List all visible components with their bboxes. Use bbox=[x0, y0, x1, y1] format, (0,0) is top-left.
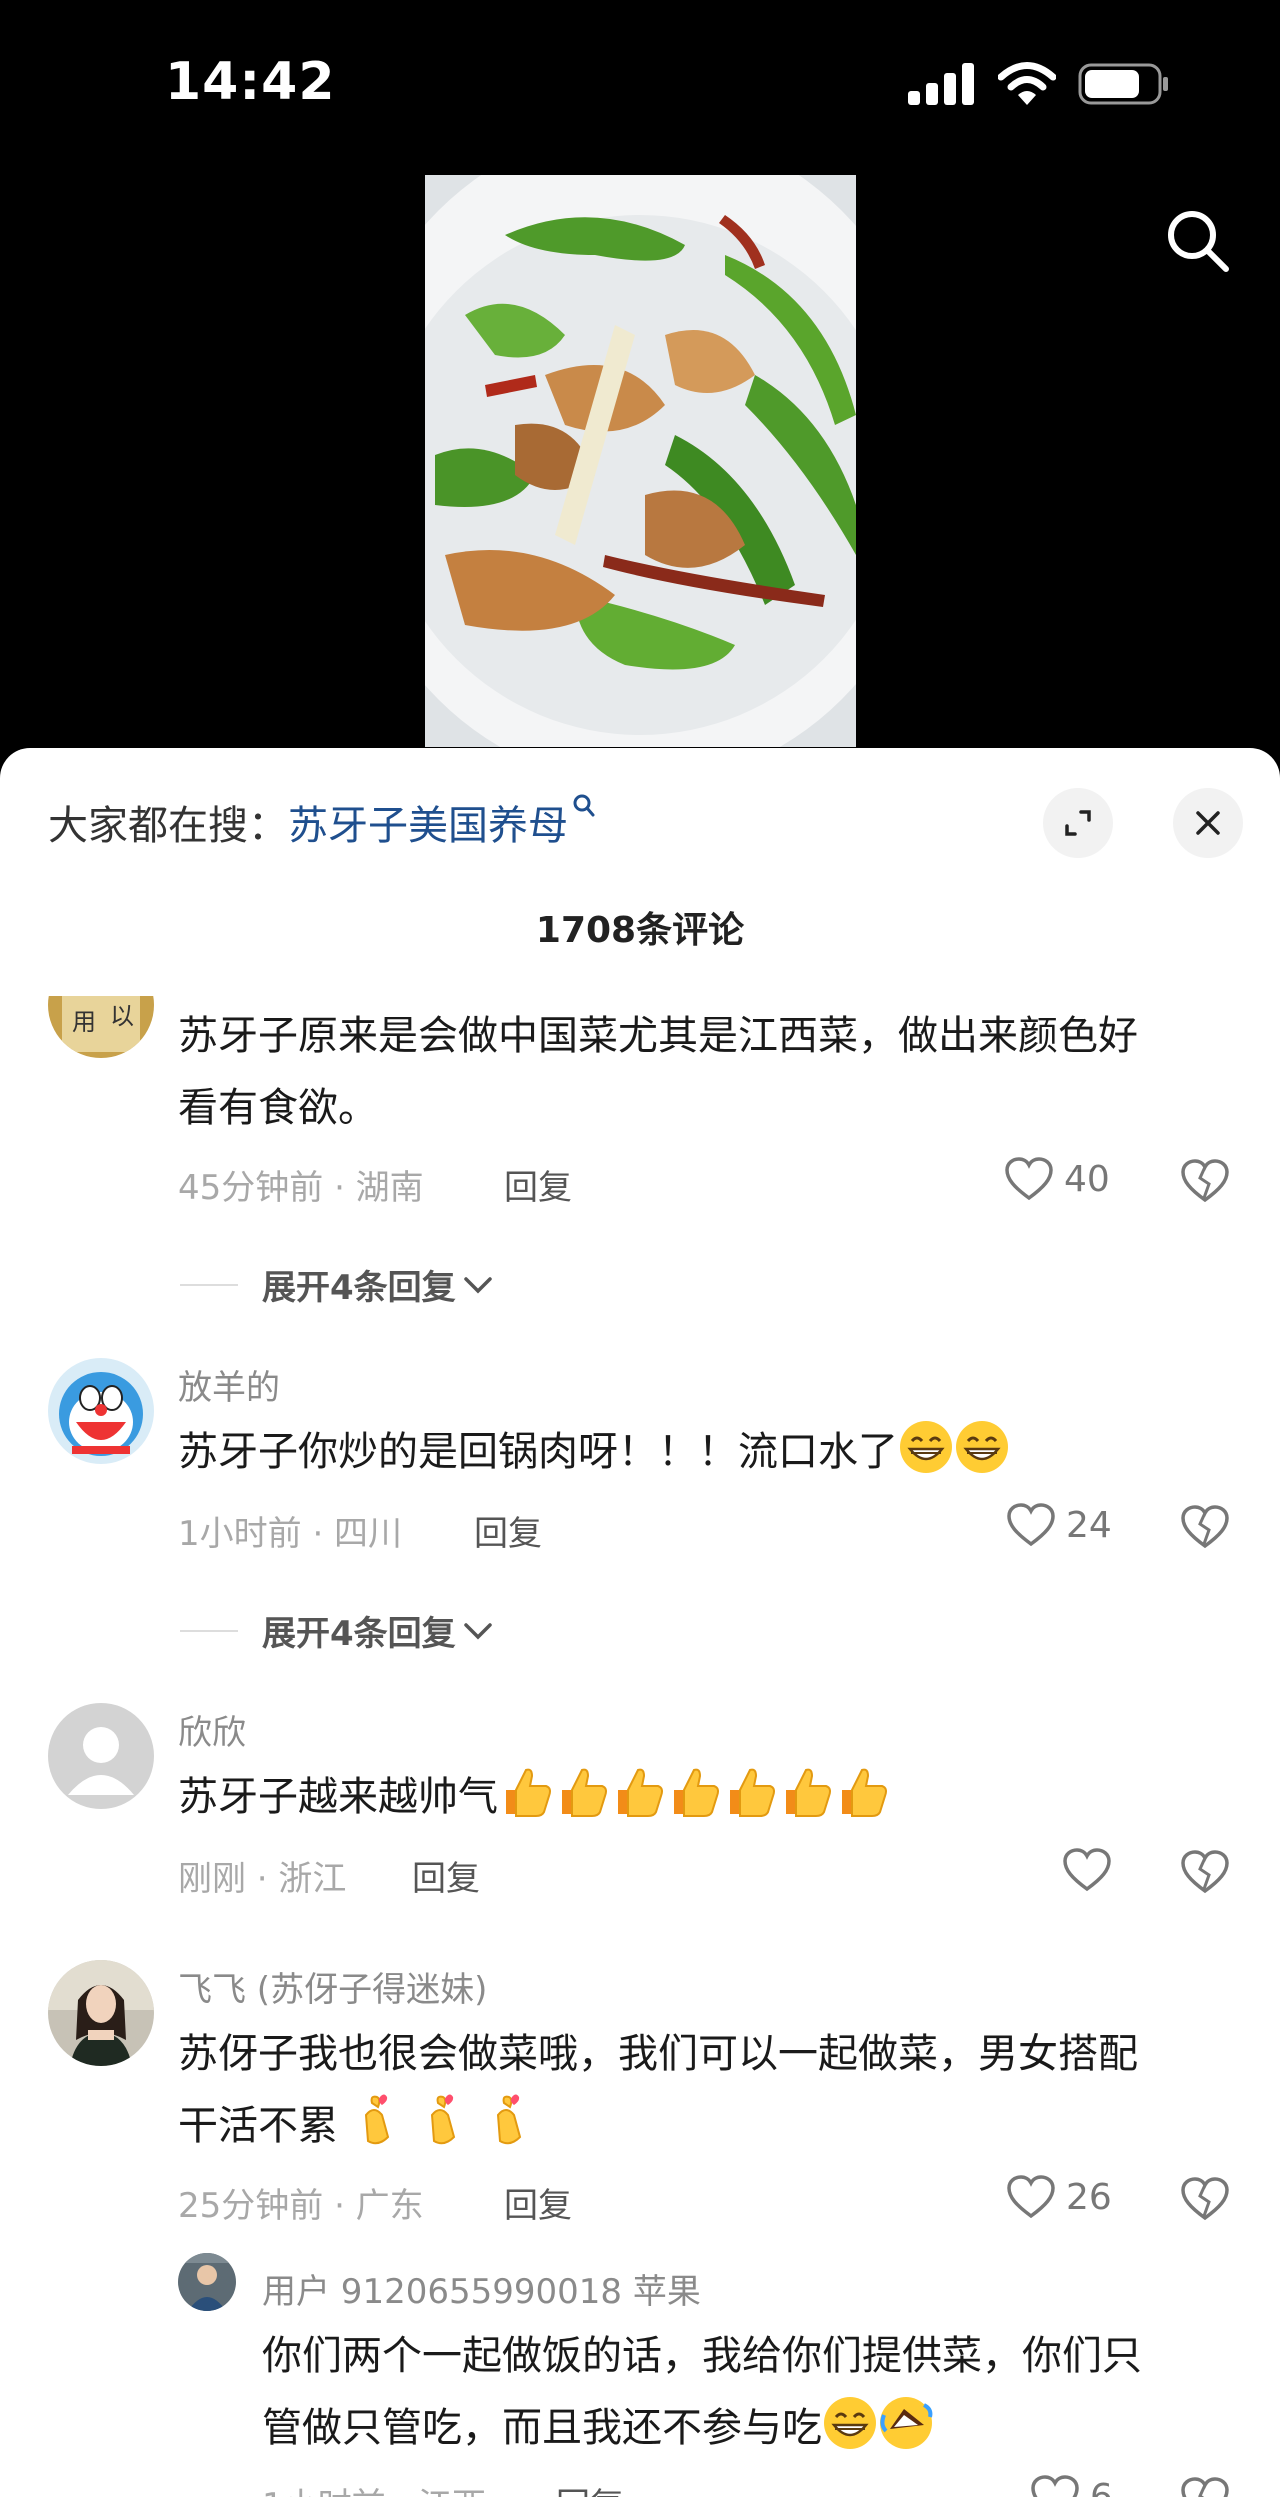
grin-emoji-icon bbox=[900, 1421, 952, 1473]
thumbs-up-emoji-icon bbox=[506, 1768, 551, 1817]
avatar-image: 用 以 bbox=[48, 996, 154, 1058]
comment-text: 干活不累 bbox=[178, 2090, 536, 2162]
comment-meta: 25分钟前 · 广东 bbox=[178, 2186, 424, 2226]
status-time: 14:42 bbox=[165, 52, 336, 112]
status-bar: 14:42 bbox=[0, 0, 1280, 170]
divider-line bbox=[180, 1283, 238, 1286]
thumbs-up-emoji-icon bbox=[786, 1768, 831, 1817]
thumbs-up-emoji-icon bbox=[674, 1768, 719, 1817]
expand-replies-label: 展开4条回复 bbox=[262, 1614, 456, 1654]
thumbs-up-emoji-icon bbox=[562, 1768, 607, 1817]
svg-text:以: 以 bbox=[110, 1002, 134, 1030]
like-button[interactable]: 24 bbox=[1006, 1502, 1112, 1548]
like-button[interactable]: 6 bbox=[1030, 2474, 1113, 2497]
close-icon bbox=[1196, 811, 1220, 835]
expand-replies-button[interactable]: 展开4条回复 bbox=[180, 1606, 494, 1655]
expand-replies-button[interactable]: 展开4条回复 bbox=[180, 1260, 494, 1309]
comment-text-line: 苏牙子原来是会做中国菜尤其是江西菜，做出来颜色好 bbox=[178, 1013, 1138, 1059]
suggestion-keyword[interactable]: 苏牙子美国养母 bbox=[288, 803, 568, 849]
comment-meta: 45分钟前 · 湖南 bbox=[178, 1168, 424, 1208]
wifi-icon bbox=[998, 62, 1056, 105]
heart-icon bbox=[1031, 2475, 1079, 2497]
like-button[interactable] bbox=[1062, 1847, 1122, 1893]
default-avatar-icon bbox=[48, 1703, 154, 1809]
avatar[interactable] bbox=[178, 2253, 236, 2311]
broken-heart-icon[interactable] bbox=[1180, 1504, 1230, 1550]
status-icons bbox=[908, 62, 1170, 106]
comment-text-content: 苏牙子你炒的是回锅肉呀！！！流口水了 bbox=[178, 1429, 898, 1475]
like-count: 40 bbox=[1064, 1158, 1110, 1200]
chevron-down-icon bbox=[463, 1622, 492, 1639]
small-search-icon bbox=[573, 794, 595, 817]
avatar-image bbox=[178, 2253, 236, 2311]
like-count: 24 bbox=[1066, 1504, 1112, 1546]
cellular-signal-icon bbox=[908, 63, 974, 105]
like-button[interactable]: 40 bbox=[1004, 1156, 1110, 1202]
heart-icon bbox=[1005, 1157, 1053, 1201]
close-sheet-button[interactable] bbox=[1173, 788, 1243, 858]
avatar[interactable] bbox=[48, 1703, 154, 1809]
reply-button[interactable]: 回复 bbox=[474, 1506, 542, 1555]
heart-icon bbox=[1063, 1848, 1111, 1892]
broken-heart-icon[interactable] bbox=[1180, 1158, 1230, 1204]
food-image bbox=[425, 175, 856, 747]
avatar[interactable]: 用 以 bbox=[48, 996, 154, 1058]
avatar[interactable] bbox=[48, 1960, 154, 2066]
reply-button[interactable]: 回复 bbox=[504, 2178, 572, 2227]
reply-button[interactable]: 回复 bbox=[504, 1160, 572, 1209]
broken-heart-icon[interactable] bbox=[1180, 2176, 1230, 2222]
comments-count: 1708条评论 bbox=[535, 910, 745, 951]
suggestion-prefix: 大家都在搜： bbox=[48, 803, 288, 849]
reply-button[interactable]: 回复 bbox=[412, 1851, 480, 1900]
comment-text-content: 苏牙子越来越帅气 bbox=[178, 1774, 498, 1820]
comment-text: 管做只管吃，而且我还不参与吃 bbox=[262, 2392, 934, 2464]
comment-text: 苏牙子你炒的是回锅肉呀！！！流口水了 bbox=[178, 1416, 1010, 1488]
commenter-name[interactable]: 用户 9120655990018 苹果 bbox=[262, 2264, 701, 2313]
video-thumbnail[interactable] bbox=[425, 175, 856, 747]
commenter-name[interactable]: 放羊的 bbox=[178, 1360, 280, 1409]
finger-heart-emoji-icon bbox=[496, 2094, 522, 2145]
like-button[interactable]: 26 bbox=[1006, 2174, 1112, 2220]
avatar-image bbox=[48, 1358, 154, 1464]
heart-icon bbox=[1007, 2175, 1055, 2219]
grin-emoji-icon bbox=[824, 2397, 876, 2449]
broken-heart-icon[interactable] bbox=[1180, 1849, 1230, 1895]
comment-text-content: 干活不累 bbox=[178, 2103, 338, 2149]
comment-text: 苏牙子越来越帅气 bbox=[178, 1761, 890, 1833]
rofl-emoji-icon bbox=[880, 2397, 933, 2449]
reply-button[interactable]: 回复 bbox=[556, 2478, 624, 2497]
expand-replies-label: 展开4条回复 bbox=[262, 1268, 456, 1308]
thumbs-up-emoji-icon bbox=[730, 1768, 775, 1817]
svg-text:用: 用 bbox=[72, 1008, 96, 1036]
comment-text-line: 苏伢子我也很会做菜哦，我们可以一起做菜，男女搭配 bbox=[178, 2031, 1138, 2077]
avatar[interactable] bbox=[48, 1358, 154, 1464]
thumbs-up-emoji-icon bbox=[842, 1768, 887, 1817]
expand-icon bbox=[1065, 810, 1091, 836]
comment-meta: 1小时前 · 江西 bbox=[262, 2478, 486, 2497]
comment-text-line: 你们两个一起做饭的话，我给你们提供菜，你们只 bbox=[262, 2333, 1142, 2379]
like-count: 26 bbox=[1066, 2176, 1112, 2218]
divider-line bbox=[180, 1629, 238, 1632]
comment-text-line: 看有食欲。 bbox=[178, 1085, 378, 1131]
finger-heart-emoji-icon bbox=[430, 2094, 456, 2145]
finger-heart-emoji-icon bbox=[364, 2094, 390, 2145]
like-count: 6 bbox=[1090, 2476, 1113, 2497]
comment-meta: 1小时前 · 四川 bbox=[178, 1514, 403, 1554]
avatar-image bbox=[48, 1960, 154, 2066]
comments-sheet: 大家都在搜：苏牙子美国养母 1708条评论 用 以 苏牙子原来是会做中国菜尤其是… bbox=[0, 748, 1280, 2497]
expand-sheet-button[interactable] bbox=[1043, 788, 1113, 858]
heart-icon bbox=[1007, 1503, 1055, 1547]
comment-meta: 刚刚 · 浙江 bbox=[178, 1859, 347, 1899]
battery-icon bbox=[1078, 63, 1168, 105]
comment-text-content: 管做只管吃，而且我还不参与吃 bbox=[262, 2405, 822, 2451]
grin-emoji-icon bbox=[956, 1421, 1008, 1473]
thumbs-up-emoji-icon bbox=[618, 1768, 663, 1817]
commenter-name[interactable]: 飞飞 (苏伢子得迷妹) bbox=[178, 1962, 487, 2011]
chevron-down-icon bbox=[463, 1276, 492, 1293]
search-suggestion[interactable]: 大家都在搜：苏牙子美国养母 bbox=[48, 793, 596, 851]
broken-heart-icon[interactable] bbox=[1180, 2476, 1230, 2497]
commenter-name[interactable]: 欣欣 bbox=[178, 1705, 246, 1754]
search-icon[interactable] bbox=[1162, 205, 1232, 275]
